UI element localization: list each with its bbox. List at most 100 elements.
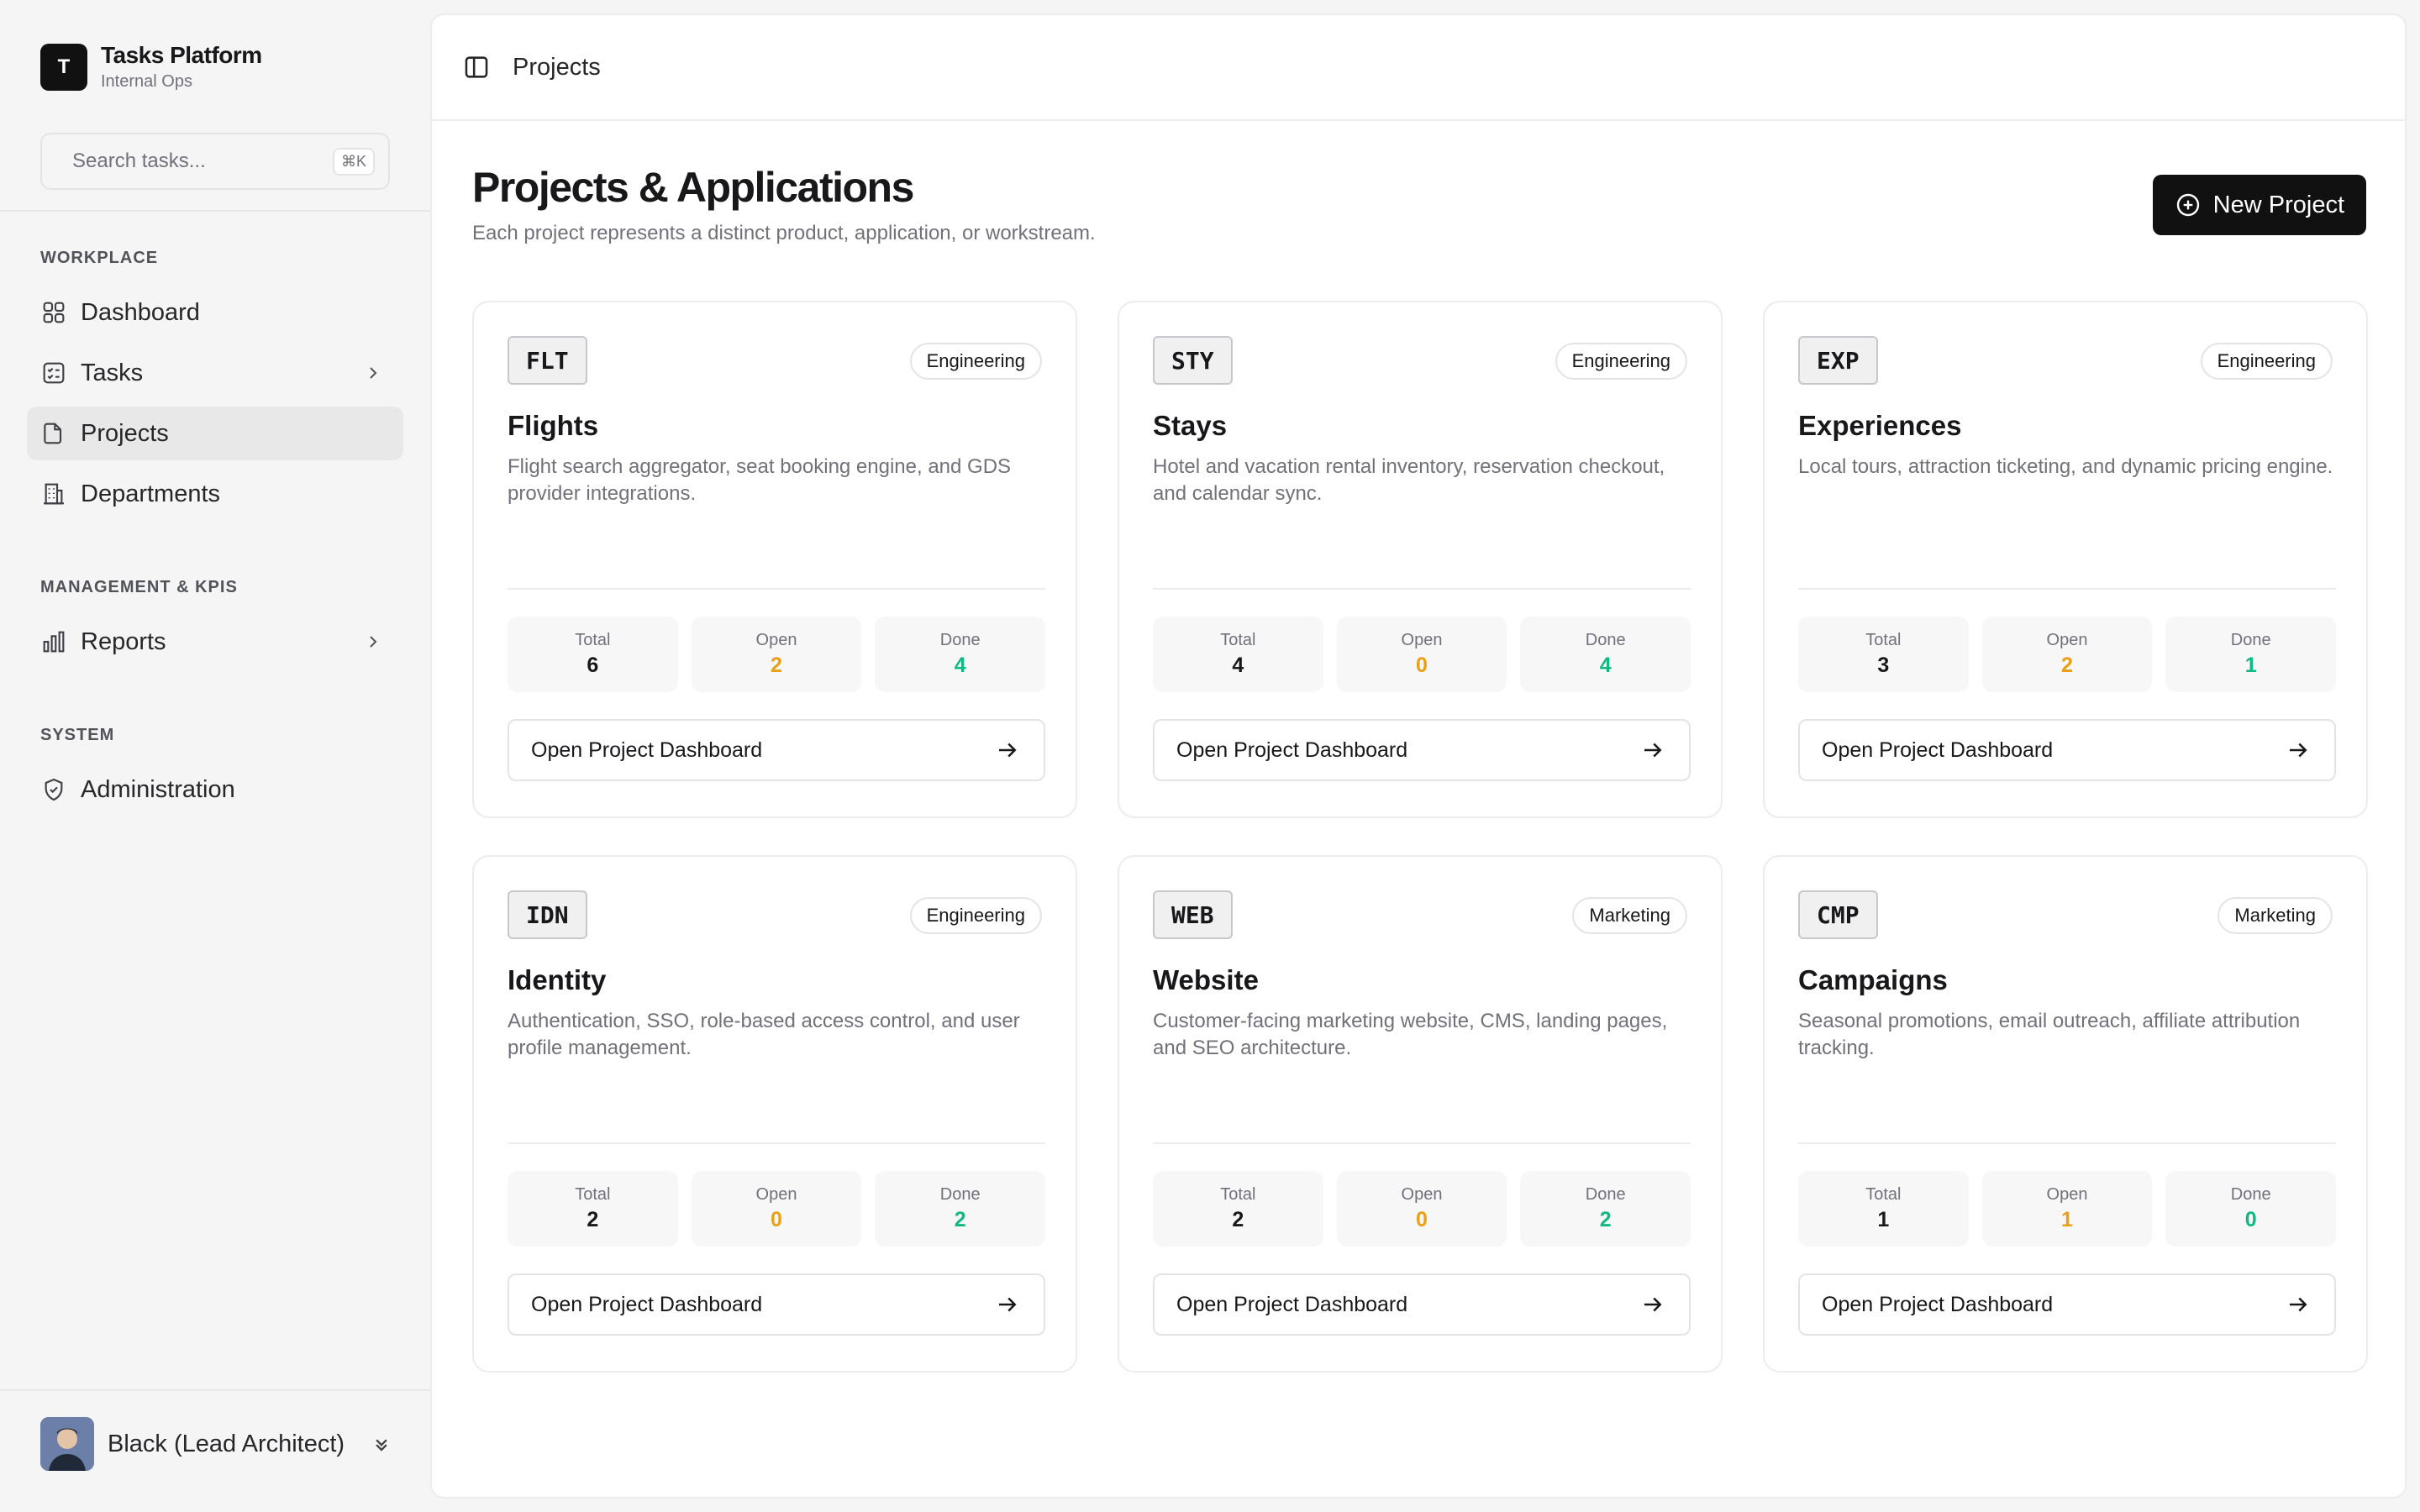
stat-value: 4 [954,654,966,677]
card-divider [508,1142,1045,1144]
project-code: EXP [1798,336,1878,385]
brand[interactable]: T Tasks Platform Internal Ops [40,42,262,92]
sidebar-item-label: Dashboard [81,298,200,326]
stat-label: Open [2046,1185,2088,1204]
button-label: Open Project Dashboard [1822,1292,2054,1316]
open-project-dashboard-button[interactable]: Open Project Dashboard [1153,1273,1691,1336]
department-tag: Engineering [909,897,1042,934]
user-menu[interactable]: Black (Lead Architect) [40,1416,393,1472]
stat-label: Open [2046,631,2088,649]
stat-done: Done 4 [875,617,1046,692]
stat-open: Open 0 [691,1171,862,1247]
user-name: Black (Lead Architect) [108,1430,345,1457]
search-shortcut: ⌘K [333,147,376,176]
project-card: EXP Engineering Experiences Local tours, at… [1763,301,2368,818]
stat-value: 0 [2244,1208,2257,1231]
project-name: Flights [508,410,599,441]
department-tag: Engineering [1555,343,1687,380]
new-project-button[interactable]: New Project [2152,175,2366,235]
main-panel: Projects Projects & Applications Each pr… [430,13,2407,1499]
stat-label: Total [575,1185,611,1204]
avatar [40,1417,94,1471]
project-code: CMP [1798,890,1878,939]
arrow-right-icon [1644,743,1662,758]
sidebar-divider [0,1389,430,1391]
stat-value: 2 [2061,654,2073,677]
stat-label: Done [2230,631,2271,649]
open-project-dashboard-button[interactable]: Open Project Dashboard [1798,719,2336,781]
stat-label: Done [939,1185,981,1204]
project-name: Identity [508,964,607,995]
sidebar-item-departments[interactable]: Departments [27,467,403,521]
section-label-workplace: WORKPLACE [40,249,159,267]
bar-chart-icon [43,631,65,653]
open-project-dashboard-button[interactable]: Open Project Dashboard [508,1273,1045,1336]
sidebar-toggle-icon[interactable] [462,53,491,81]
stat-done: Done 0 [2165,1171,2337,1247]
stat-value: 2 [1232,1208,1244,1231]
button-label: Open Project Dashboard [1176,738,1408,762]
department-tag: Marketing [2217,897,2333,934]
department-tag: Marketing [1572,897,1687,934]
project-stats: Total 2 Open 0 Done 2 [1153,1171,1691,1247]
plus-circle-icon [2176,193,2199,217]
section-label-management: MANAGEMENT & KPIS [40,578,238,596]
sidebar-item-administration[interactable]: Administration [27,763,403,816]
stat-value: 0 [1416,654,1428,677]
sidebar-item-label: Reports [81,627,166,655]
project-code: STY [1153,336,1233,385]
page-subtitle: Each project represents a distinct produ… [472,222,1096,244]
chevron-right-icon [370,636,377,648]
page-title: Projects & Applications [472,164,914,211]
stat-done: Done 2 [1520,1171,1691,1247]
button-label: Open Project Dashboard [531,1292,763,1316]
open-project-dashboard-button[interactable]: Open Project Dashboard [1153,719,1691,781]
stat-open: Open 2 [1981,617,2153,692]
project-card: CMP Marketing Campaigns Seasonal promotions… [1763,855,2368,1373]
new-project-label: New Project [2212,191,2344,218]
stat-label: Total [575,631,611,649]
project-code: IDN [508,890,587,939]
stat-value: 3 [1877,654,1890,677]
open-project-dashboard-button[interactable]: Open Project Dashboard [1798,1273,2336,1336]
stat-label: Done [1585,1185,1626,1204]
stat-value: 1 [2244,654,2257,677]
sidebar-item-label: Tasks [81,359,144,386]
folder-icon [44,423,62,444]
card-divider [1153,1142,1691,1144]
project-description: Customer-facing marketing website, CMS, … [1153,1010,1668,1059]
department-tag: Engineering [909,343,1042,380]
stat-label: Total [1220,631,1256,649]
open-project-dashboard-button[interactable]: Open Project Dashboard [508,719,1045,781]
project-stats: Total 2 Open 0 Done 2 [508,1171,1046,1247]
project-card: IDN Engineering Identity Authentication, SS… [472,855,1077,1373]
sidebar-item-reports[interactable]: Reports [27,615,403,669]
stat-open: Open 1 [1981,1171,2153,1247]
arrow-right-icon [2290,743,2307,758]
brand-text: Tasks Platform Internal Ops [101,42,262,92]
stat-label: Total [1220,1185,1256,1204]
stat-open: Open 0 [1336,617,1507,692]
arrow-right-icon [999,1297,1017,1312]
search-box[interactable]: ⌘K [40,133,390,190]
search-input[interactable] [72,150,333,173]
sidebar-item-projects[interactable]: Projects [27,407,403,460]
project-stats: Total 4 Open 0 Done 4 [1153,617,1691,692]
stat-value: 2 [954,1208,966,1231]
sidebar-item-dashboard[interactable]: Dashboard [27,286,403,339]
stat-total: Total 6 [508,617,678,692]
project-code: WEB [1153,890,1233,939]
stat-value: 4 [1232,654,1244,677]
stat-value: 1 [1877,1208,1890,1231]
stat-done: Done 4 [1520,617,1691,692]
button-label: Open Project Dashboard [1176,1292,1408,1316]
sidebar-item-tasks[interactable]: Tasks [27,346,403,400]
brand-subtitle: Internal Ops [101,72,192,91]
stat-total: Total 3 [1798,617,1969,692]
card-divider [508,588,1045,590]
stat-done: Done 2 [875,1171,1046,1247]
sidebar: T Tasks Platform Internal Ops ⌘K WORKPLA… [0,0,430,1512]
brand-logo: T [40,43,87,91]
stat-label: Open [1401,1185,1443,1204]
project-stats: Total 6 Open 2 Done 4 [508,617,1046,692]
